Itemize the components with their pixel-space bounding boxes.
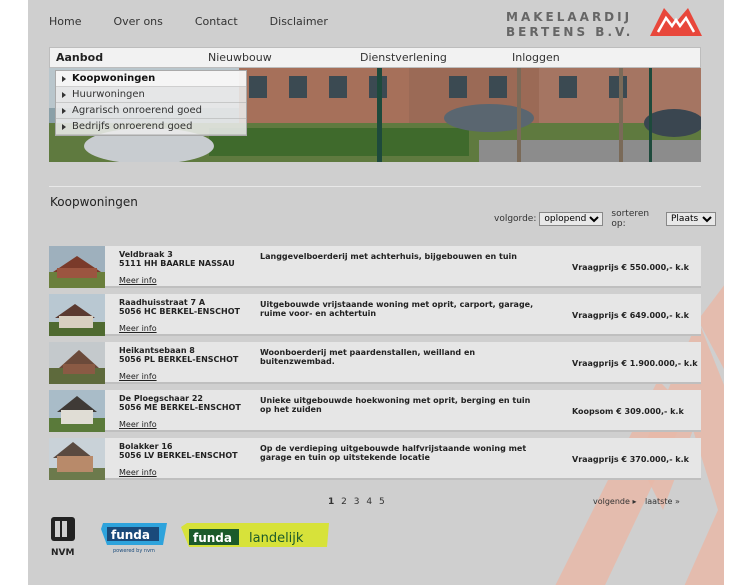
main-navigation: Aanbod Nieuwbouw Dienstverlening Inlogge…: [49, 47, 701, 68]
sorteren-label: sorteren op:: [611, 209, 650, 229]
double-arrow-right-icon: »: [674, 497, 680, 506]
funda-label: funda: [111, 528, 150, 542]
landelijk-label: landelijk: [249, 531, 304, 546]
listing-description: Uitgebouwde vrijstaande woning met oprit…: [260, 300, 534, 318]
page-5[interactable]: 5: [379, 497, 385, 507]
listing-city: 5111 HH BAARLE NASSAU: [119, 259, 235, 268]
listing-address: Heikantsebaan 8 5056 PL BERKEL-ENSCHOT: [119, 346, 238, 364]
page-title: Koopwoningen: [50, 195, 138, 209]
meer-info-link[interactable]: Meer info: [119, 420, 157, 429]
funda-logo-icon[interactable]: funda powered by nvm: [101, 523, 167, 554]
funda-sub: powered by nvm: [113, 548, 155, 554]
logo-line2: BERTENS B.V.: [506, 25, 634, 39]
logo-mark-icon: [650, 8, 702, 36]
nvm-logo-icon[interactable]: NVM: [51, 517, 75, 558]
meer-info-link[interactable]: Meer info: [119, 372, 157, 381]
page-container: Home Over ons Contact Disclaimer MAKELAA…: [28, 0, 724, 585]
mainnav-dienstverlening[interactable]: Dienstverlening: [360, 51, 447, 64]
sorteren-select[interactable]: Plaats: [666, 212, 716, 226]
listing-street: Raadhuisstraat 7 A: [119, 298, 206, 307]
listing-city: 5056 ME BERKEL-ENSCHOT: [119, 403, 241, 412]
mainnav-nieuwbouw[interactable]: Nieuwbouw: [208, 51, 272, 64]
listing-street: Heikantsebaan 8: [119, 346, 195, 355]
listing-row[interactable]: Bolakker 16 5056 LV BERKEL-ENSCHOT Meer i…: [49, 438, 701, 480]
last-link[interactable]: laatste »: [645, 497, 680, 506]
meer-info-link[interactable]: Meer info: [119, 276, 157, 285]
listing-address: De Ploegschaar 22 5056 ME BERKEL-ENSCHOT: [119, 394, 241, 412]
submenu-bedrijfs[interactable]: Bedrijfs onroerend goed: [56, 119, 246, 135]
listing-description: Op de verdieping uitgebouwde halfvrijsta…: [260, 444, 527, 462]
nav-home[interactable]: Home: [49, 15, 81, 28]
page-3[interactable]: 3: [354, 497, 360, 507]
listing-street: Bolakker 16: [119, 442, 173, 451]
listing-thumbnail[interactable]: [49, 342, 105, 384]
submenu-agrarisch[interactable]: Agrarisch onroerend goed: [56, 103, 246, 119]
listing-price: Vraagprijs € 1.900.000,- k.k: [572, 359, 698, 368]
funda-landelijk-logo-icon[interactable]: funda landelijk: [181, 523, 329, 547]
listing-city: 5056 PL BERKEL-ENSCHOT: [119, 355, 239, 364]
listing-address: Bolakker 16 5056 LV BERKEL-ENSCHOT: [119, 442, 238, 460]
nvm-label: NVM: [51, 548, 74, 558]
sorting-controls: volgorde: oplopend sorteren op: Plaats: [494, 209, 724, 229]
submenu-koopwoningen[interactable]: Koopwoningen: [56, 71, 246, 87]
listing-thumbnail[interactable]: [49, 438, 105, 480]
listing-city: 5056 LV BERKEL-ENSCHOT: [119, 451, 238, 460]
listing-row[interactable]: De Ploegschaar 22 5056 ME BERKEL-ENSCHOT …: [49, 390, 701, 432]
footer-logos: NVM funda powered by nvm funda landelijk: [51, 517, 329, 558]
divider: [49, 186, 701, 187]
listing-thumbnail[interactable]: [49, 294, 105, 336]
meer-info-link[interactable]: Meer info: [119, 468, 157, 477]
listing-row[interactable]: Raadhuisstraat 7 A 5056 HC BERKEL-ENSCHOT…: [49, 294, 701, 336]
listing-price: Koopsom € 309.000,- k.k: [572, 407, 684, 416]
volgorde-select[interactable]: oplopend: [539, 212, 604, 226]
top-navigation: Home Over ons Contact Disclaimer: [49, 15, 360, 28]
mainnav-aanbod[interactable]: Aanbod: [56, 51, 103, 64]
listing-street: De Ploegschaar 22: [119, 394, 203, 403]
arrow-right-icon: ▸: [632, 497, 637, 506]
listing-city: 5056 HC BERKEL-ENSCHOT: [119, 307, 240, 316]
listing-description: Woonboerderij met paardenstallen, weilla…: [260, 348, 476, 366]
nav-disclaimer[interactable]: Disclaimer: [270, 15, 328, 28]
nav-contact[interactable]: Contact: [195, 15, 238, 28]
listing-address: Raadhuisstraat 7 A 5056 HC BERKEL-ENSCHOT: [119, 298, 240, 316]
listing-price: Vraagprijs € 550.000,- k.k: [572, 263, 689, 272]
nav-over-ons[interactable]: Over ons: [113, 15, 162, 28]
meer-info-link[interactable]: Meer info: [119, 324, 157, 333]
logo-line1: MAKELAARDIJ: [506, 10, 633, 24]
banner-image: Koopwoningen Huurwoningen Agrarisch onro…: [49, 68, 701, 162]
listing-row[interactable]: Veldbraak 3 5111 HH BAARLE NASSAU Meer in…: [49, 246, 701, 288]
listing-description: Langgevelboerderij met achterhuis, bijge…: [260, 252, 517, 261]
page-2[interactable]: 2: [341, 497, 347, 507]
submenu: Koopwoningen Huurwoningen Agrarisch onro…: [55, 70, 247, 136]
listing-description: Unieke uitgebouwde hoekwoning met oprit,…: [260, 396, 531, 414]
listing-street: Veldbraak 3: [119, 250, 173, 259]
submenu-huurwoningen[interactable]: Huurwoningen: [56, 87, 246, 103]
listing-price: Vraagprijs € 649.000,- k.k: [572, 311, 689, 320]
listing-thumbnail[interactable]: [49, 390, 105, 432]
page-4[interactable]: 4: [366, 497, 372, 507]
last-label: laatste: [645, 497, 673, 506]
next-link[interactable]: volgende ▸: [593, 497, 636, 506]
volgorde-label: volgorde:: [494, 214, 537, 224]
listing-row[interactable]: Heikantsebaan 8 5056 PL BERKEL-ENSCHOT Me…: [49, 342, 701, 384]
listing-price: Vraagprijs € 370.000,- k.k: [572, 455, 689, 464]
mainnav-inloggen[interactable]: Inloggen: [512, 51, 560, 64]
funda2-label: funda: [193, 531, 232, 545]
listing-thumbnail[interactable]: [49, 246, 105, 288]
pagination: 1 2 3 4 5: [328, 497, 389, 507]
listing-address: Veldbraak 3 5111 HH BAARLE NASSAU: [119, 250, 235, 268]
page-1[interactable]: 1: [328, 497, 334, 507]
next-label: volgende: [593, 497, 630, 506]
